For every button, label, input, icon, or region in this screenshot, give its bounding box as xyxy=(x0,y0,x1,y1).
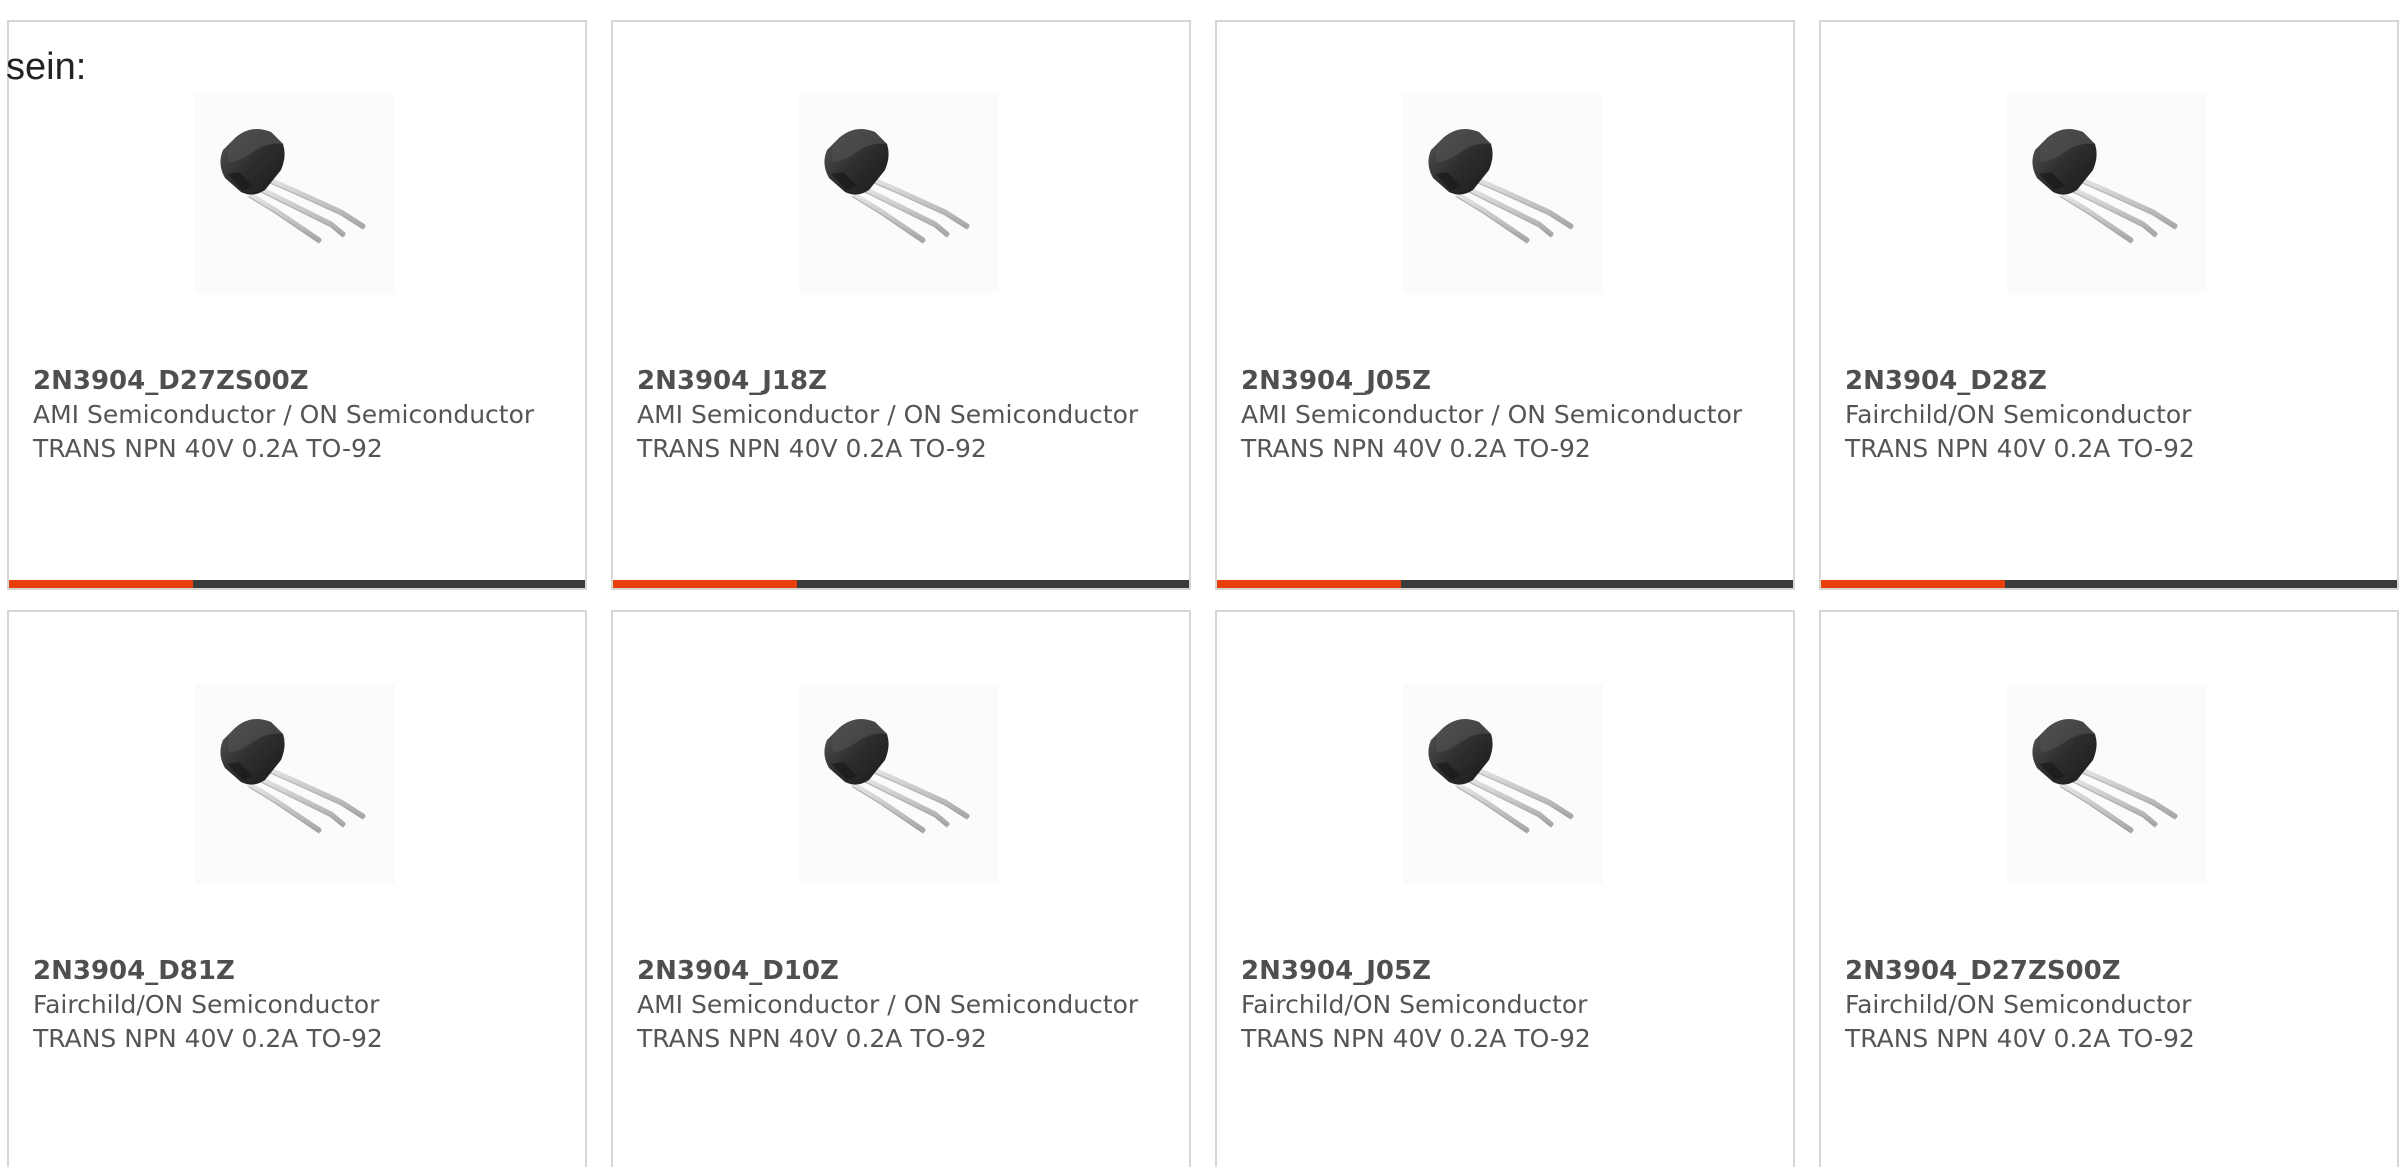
manufacturer-name: AMI Semiconductor / ON Semiconductor xyxy=(637,990,1139,1019)
product-card[interactable]: 2N3904_J05Z Fairchild/ON Semiconductor T… xyxy=(1215,610,1795,1167)
manufacturer-name: Fairchild/ON Semiconductor xyxy=(1845,990,2192,1019)
product-info: 2N3904_J05Z Fairchild/ON Semiconductor T… xyxy=(1241,954,1773,1056)
manufacturer-name: Fairchild/ON Semiconductor xyxy=(1241,990,1588,1019)
to92-transistor-icon xyxy=(1428,129,1574,244)
to92-transistor-icon xyxy=(1428,719,1574,834)
product-info: 2N3904_J05Z AMI Semiconductor / ON Semic… xyxy=(1241,364,1773,466)
to92-transistor-icon xyxy=(824,129,970,244)
product-info: 2N3904_D28Z Fairchild/ON Semiconductor T… xyxy=(1845,364,2377,466)
transistor-image[interactable] xyxy=(195,684,395,884)
product-card[interactable]: 2N3904_D81Z Fairchild/ON Semiconductor T… xyxy=(7,610,587,1167)
manufacturer-name: Fairchild/ON Semiconductor xyxy=(1845,400,2192,429)
transistor-image[interactable] xyxy=(2007,684,2207,884)
to92-transistor-icon xyxy=(220,129,366,244)
part-number-link[interactable]: 2N3904_D27ZS00Z xyxy=(1845,956,2121,986)
transistor-image[interactable] xyxy=(1403,684,1603,884)
product-description: TRANS NPN 40V 0.2A TO-92 xyxy=(637,1024,987,1053)
product-description: TRANS NPN 40V 0.2A TO-92 xyxy=(1845,1024,2195,1053)
product-info: 2N3904_J18Z AMI Semiconductor / ON Semic… xyxy=(637,364,1169,466)
product-description: TRANS NPN 40V 0.2A TO-92 xyxy=(1241,1024,1591,1053)
part-number-link[interactable]: 2N3904_J05Z xyxy=(1241,366,1431,396)
product-description: TRANS NPN 40V 0.2A TO-92 xyxy=(1845,434,2195,463)
to92-transistor-icon xyxy=(2032,719,2178,834)
product-description: TRANS NPN 40V 0.2A TO-92 xyxy=(33,1024,383,1053)
product-description: TRANS NPN 40V 0.2A TO-92 xyxy=(33,434,383,463)
lead-text: sein: xyxy=(6,46,87,88)
product-description: TRANS NPN 40V 0.2A TO-92 xyxy=(1241,434,1591,463)
card-bottom-bar xyxy=(1821,580,2397,588)
product-info: 2N3904_D81Z Fairchild/ON Semiconductor T… xyxy=(33,954,565,1056)
product-card[interactable]: 2N3904_D27ZS00Z Fairchild/ON Semiconduct… xyxy=(1819,610,2399,1167)
manufacturer-name: Fairchild/ON Semiconductor xyxy=(33,990,380,1019)
manufacturer-name: AMI Semiconductor / ON Semiconductor xyxy=(1241,400,1743,429)
card-accent-bar xyxy=(9,580,193,588)
manufacturer-name: AMI Semiconductor / ON Semiconductor xyxy=(637,400,1139,429)
product-description: TRANS NPN 40V 0.2A TO-92 xyxy=(637,434,987,463)
card-accent-bar xyxy=(1821,580,2005,588)
transistor-image[interactable] xyxy=(799,684,999,884)
product-card[interactable]: 2N3904_D10Z AMI Semiconductor / ON Semic… xyxy=(611,610,1191,1167)
product-grid: 2N3904_D27ZS00Z AMI Semiconductor / ON S… xyxy=(7,20,2399,1167)
part-number-link[interactable]: 2N3904_D27ZS00Z xyxy=(33,366,309,396)
product-info: 2N3904_D27ZS00Z AMI Semiconductor / ON S… xyxy=(33,364,565,466)
transistor-image[interactable] xyxy=(799,94,999,294)
card-accent-bar xyxy=(613,580,797,588)
part-number-link[interactable]: 2N3904_D10Z xyxy=(637,956,839,986)
card-accent-bar xyxy=(1217,580,1401,588)
product-card[interactable]: 2N3904_D27ZS00Z AMI Semiconductor / ON S… xyxy=(7,20,587,590)
transistor-image[interactable] xyxy=(195,94,395,294)
transistor-image[interactable] xyxy=(1403,94,1603,294)
product-card[interactable]: 2N3904_D28Z Fairchild/ON Semiconductor T… xyxy=(1819,20,2399,590)
card-bottom-bar xyxy=(1217,580,1793,588)
product-info: 2N3904_D10Z AMI Semiconductor / ON Semic… xyxy=(637,954,1169,1056)
card-bottom-bar xyxy=(613,580,1189,588)
manufacturer-name: AMI Semiconductor / ON Semiconductor xyxy=(33,400,535,429)
to92-transistor-icon xyxy=(824,719,970,834)
card-bottom-bar xyxy=(9,580,585,588)
part-number-link[interactable]: 2N3904_J18Z xyxy=(637,366,827,396)
part-number-link[interactable]: 2N3904_D28Z xyxy=(1845,366,2047,396)
to92-transistor-icon xyxy=(2032,129,2178,244)
product-card[interactable]: 2N3904_J05Z AMI Semiconductor / ON Semic… xyxy=(1215,20,1795,590)
part-number-link[interactable]: 2N3904_D81Z xyxy=(33,956,235,986)
to92-transistor-icon xyxy=(220,719,366,834)
part-number-link[interactable]: 2N3904_J05Z xyxy=(1241,956,1431,986)
product-card[interactable]: 2N3904_J18Z AMI Semiconductor / ON Semic… xyxy=(611,20,1191,590)
product-listing-page: sein: 2N3904_D27ZS00Z AMI Semiconductor … xyxy=(0,0,2400,1167)
transistor-image[interactable] xyxy=(2007,94,2207,294)
product-info: 2N3904_D27ZS00Z Fairchild/ON Semiconduct… xyxy=(1845,954,2377,1056)
